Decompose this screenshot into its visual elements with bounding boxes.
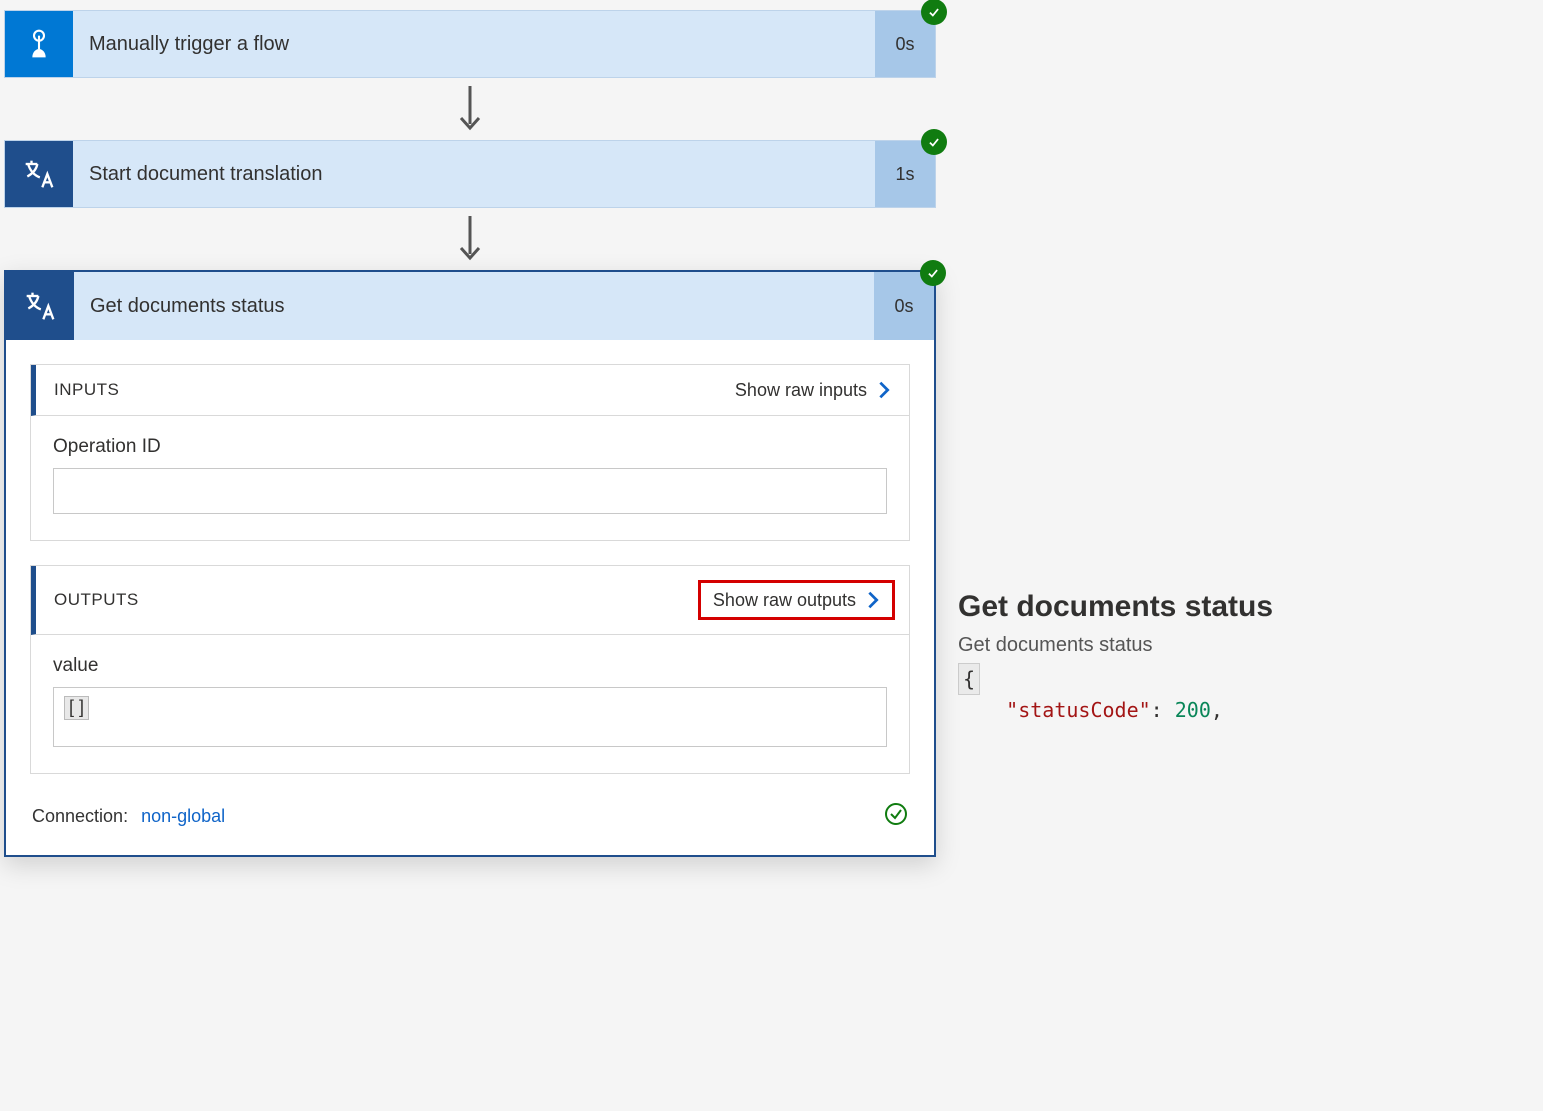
raw-output-code: { "statusCode": 200, <box>958 663 1520 725</box>
output-value-content: [ ] <box>64 696 89 720</box>
step-details-body: INPUTS Show raw inputs Operation ID <box>6 340 934 855</box>
translate-icon <box>5 141 73 207</box>
connection-label: Connection: <box>32 806 128 826</box>
arrow-connector-icon <box>0 78 940 140</box>
show-raw-outputs-link[interactable]: Show raw outputs <box>698 580 895 620</box>
inputs-panel: INPUTS Show raw inputs Operation ID <box>30 364 910 541</box>
chevron-right-icon <box>862 589 884 611</box>
raw-output-title: Get documents status <box>958 590 1520 624</box>
raw-output-pane: Get documents status Get documents statu… <box>940 0 1520 725</box>
inputs-heading: INPUTS <box>54 380 119 400</box>
connection-value-link[interactable]: non-global <box>141 806 225 826</box>
success-badge-icon <box>921 0 947 25</box>
output-value-field[interactable]: [ ] <box>53 687 887 747</box>
outputs-heading: OUTPUTS <box>54 590 139 610</box>
tap-icon <box>5 11 73 77</box>
translate-icon <box>6 272 74 340</box>
step-card-start-translation[interactable]: Start document translation 1s <box>4 140 936 208</box>
outputs-panel: OUTPUTS Show raw outputs value [ ] <box>30 565 910 774</box>
show-raw-outputs-label: Show raw outputs <box>713 590 856 611</box>
arrow-connector-icon <box>0 208 940 270</box>
operation-id-field[interactable] <box>53 468 887 514</box>
connection-row: Connection: non-global <box>30 798 910 841</box>
step-card-get-documents-status[interactable]: Get documents status 0s INPUTS Show raw … <box>4 270 936 857</box>
step-card-manual-trigger[interactable]: Manually trigger a flow 0s <box>4 10 936 78</box>
success-badge-icon <box>921 129 947 155</box>
step-title: Start document translation <box>73 141 875 207</box>
step-title: Get documents status <box>74 272 874 340</box>
show-raw-inputs-link[interactable]: Show raw inputs <box>735 379 895 401</box>
success-badge-icon <box>920 260 946 286</box>
flow-run-column: Manually trigger a flow 0s <box>0 0 940 867</box>
step-title: Manually trigger a flow <box>73 11 875 77</box>
show-raw-inputs-label: Show raw inputs <box>735 380 867 401</box>
chevron-right-icon <box>873 379 895 401</box>
output-value-label: value <box>53 655 887 677</box>
raw-output-subtitle: Get documents status <box>958 634 1520 657</box>
operation-id-label: Operation ID <box>53 436 887 458</box>
connection-ok-icon <box>884 802 908 831</box>
